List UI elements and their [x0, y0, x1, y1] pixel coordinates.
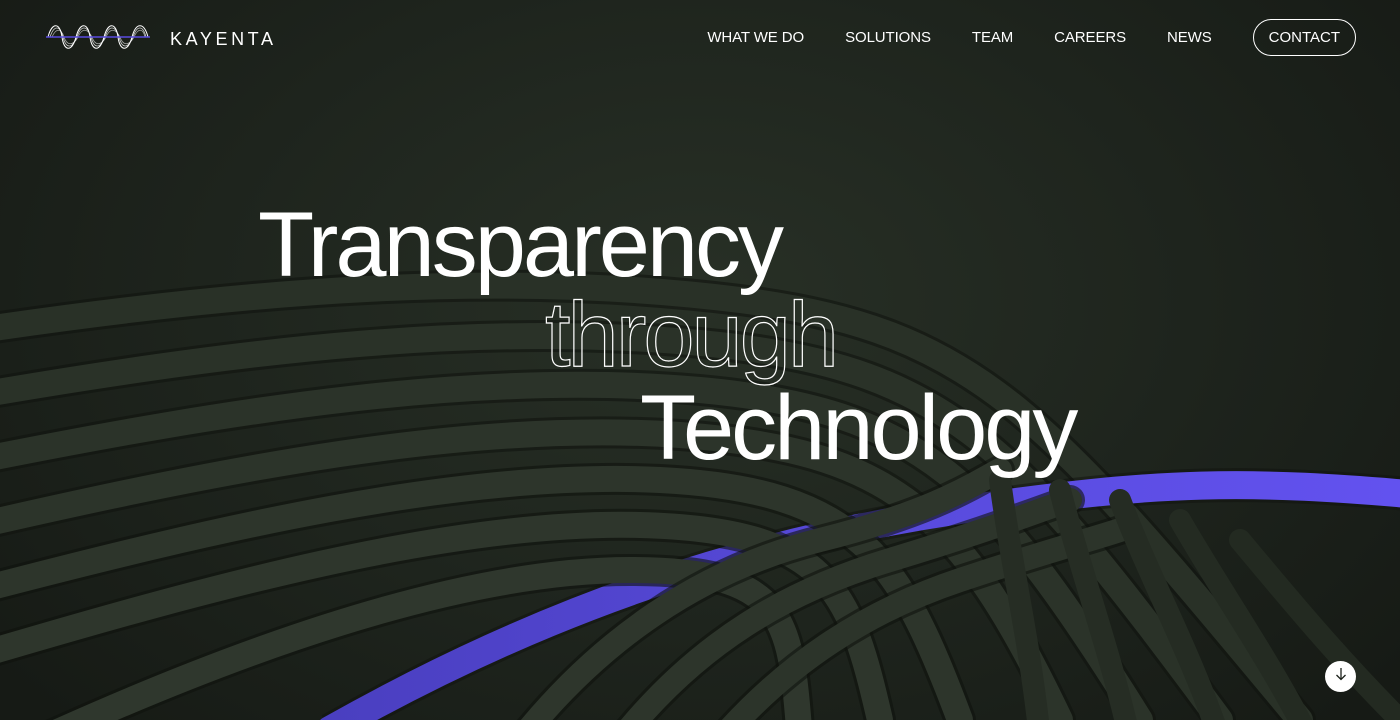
nav-item-careers[interactable]: CAREERS [1054, 29, 1126, 46]
nav-item-what-we-do[interactable]: WHAT WE DO [707, 29, 804, 46]
scroll-down-button[interactable] [1325, 661, 1356, 692]
main-nav: WHAT WE DO SOLUTIONS TEAM CAREERS NEWS C… [666, 19, 1356, 56]
contact-button[interactable]: CONTACT [1252, 19, 1356, 56]
coil-wave-logo-icon [46, 18, 150, 61]
site-header: KAYENTA WHAT WE DO SOLUTIONS TEAM CAREER… [0, 0, 1400, 76]
headline-line-2-outline: through [544, 284, 839, 386]
page: KAYENTA WHAT WE DO SOLUTIONS TEAM CAREER… [0, 0, 1400, 720]
nav-item-news[interactable]: NEWS [1167, 29, 1212, 46]
headline-line-1: Transparency [258, 194, 784, 296]
brand-logo[interactable]: KAYENTA [46, 18, 277, 61]
brand-name: KAYENTA [170, 29, 277, 49]
nav-item-solutions[interactable]: SOLUTIONS [845, 29, 931, 46]
headline-line-3: Technology [640, 377, 1078, 479]
nav-item-team[interactable]: TEAM [972, 29, 1013, 46]
arrow-down-icon [1334, 667, 1348, 686]
